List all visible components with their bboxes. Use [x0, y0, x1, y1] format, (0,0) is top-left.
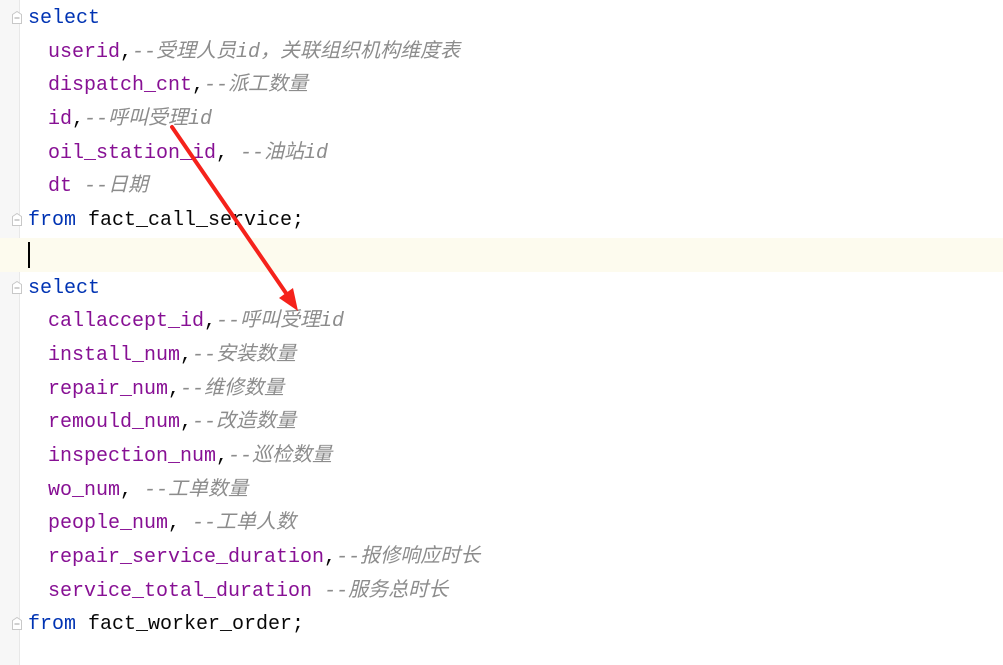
punctuation: ,: [216, 141, 241, 165]
column-name: people_num: [48, 512, 169, 536]
code-line[interactable]: repair_num,--维修数量: [0, 373, 1003, 407]
table-name: fact_worker_order;: [76, 613, 305, 637]
code-line[interactable]: id,--呼叫受理id: [0, 103, 1003, 137]
sql-comment: --安装数量: [192, 343, 297, 367]
punctuation: ,: [204, 310, 217, 334]
code-line[interactable]: install_num,--安装数量: [0, 339, 1003, 373]
column-name: install_num: [48, 343, 181, 367]
code-line[interactable]: repair_service_duration,--报修响应时长: [0, 541, 1003, 575]
code-line[interactable]: oil_station_id, --油站id: [0, 137, 1003, 171]
column-name: dt: [48, 175, 73, 199]
sql-comment: --呼叫受理id: [84, 108, 213, 132]
sql-comment: --派工数量: [204, 74, 309, 98]
sql-comment: --呼叫受理id: [216, 310, 345, 334]
fold-marker-icon[interactable]: [12, 617, 22, 631]
sql-comment: --维修数量: [180, 377, 285, 401]
current-line[interactable]: [0, 237, 1003, 272]
code-line[interactable]: dt --日期: [0, 170, 1003, 204]
code-line[interactable]: userid,--受理人员id，关联组织机构维度表: [0, 36, 1003, 70]
punctuation: ,: [72, 108, 85, 132]
punctuation: ,: [120, 478, 145, 502]
punctuation: ,: [180, 343, 193, 367]
sql-keyword: from: [28, 209, 77, 233]
punctuation: ,: [168, 377, 181, 401]
punctuation: ,: [324, 546, 337, 569]
sql-comment: --服务总时长: [324, 579, 449, 603]
column-name: dispatch_cnt: [48, 74, 193, 98]
code-line[interactable]: remould_num,--改造数量: [0, 406, 1003, 440]
fold-marker-icon[interactable]: [12, 11, 22, 24]
column-name: repair_service_duration: [48, 546, 325, 569]
column-name: callaccept_id: [48, 310, 205, 334]
code-line[interactable]: inspection_num,--巡检数量: [0, 440, 1003, 474]
column-name: wo_num: [48, 478, 121, 502]
sql-comment: --受理人员id，关联组织机构维度表: [132, 40, 461, 64]
text-caret: [28, 241, 30, 268]
sql-comment: --日期: [84, 175, 149, 199]
column-name: inspection_num: [48, 444, 217, 468]
punctuation: ,: [192, 74, 205, 98]
punctuation: [312, 580, 324, 603]
code-line[interactable]: callaccept_id,--呼叫受理id: [0, 305, 1003, 339]
code-line[interactable]: select: [0, 272, 1003, 306]
code-line[interactable]: wo_num, --工单数量: [0, 474, 1003, 508]
code-line[interactable]: from fact_worker_order;: [0, 608, 1003, 642]
sql-comment: --报修响应时长: [336, 546, 481, 569]
column-name: remould_num: [48, 411, 181, 435]
sql-keyword: from: [28, 613, 77, 637]
punctuation: [72, 175, 84, 198]
sql-comment: --改造数量: [192, 411, 297, 435]
sql-comment: --巡检数量: [228, 444, 333, 468]
code-editor[interactable]: select userid,--受理人员id，关联组织机构维度表 dispatch_…: [0, 2, 1003, 642]
fold-marker-icon[interactable]: [12, 280, 22, 294]
punctuation: ,: [180, 411, 193, 435]
sql-comment: --工单人数: [192, 512, 297, 536]
code-line[interactable]: dispatch_cnt,--派工数量: [0, 69, 1003, 103]
sql-keyword: select: [28, 276, 101, 300]
code-line[interactable]: select: [0, 2, 1003, 36]
table-name: fact_call_service;: [76, 209, 305, 233]
punctuation: ,: [168, 512, 193, 536]
code-line[interactable]: service_total_duration --服务总时长: [0, 575, 1003, 609]
punctuation: ,: [120, 40, 133, 64]
column-name: id: [48, 108, 73, 132]
column-name: oil_station_id: [48, 141, 217, 165]
column-name: service_total_duration: [48, 579, 313, 603]
column-name: userid: [48, 40, 121, 64]
sql-comment: --工单数量: [144, 478, 249, 502]
fold-marker-icon[interactable]: [12, 213, 22, 227]
sql-keyword: select: [28, 7, 101, 30]
punctuation: ,: [216, 444, 229, 468]
column-name: repair_num: [48, 377, 169, 401]
code-line[interactable]: from fact_call_service;: [0, 204, 1003, 238]
code-line[interactable]: people_num, --工单人数: [0, 507, 1003, 541]
sql-comment: --油站id: [240, 141, 329, 165]
